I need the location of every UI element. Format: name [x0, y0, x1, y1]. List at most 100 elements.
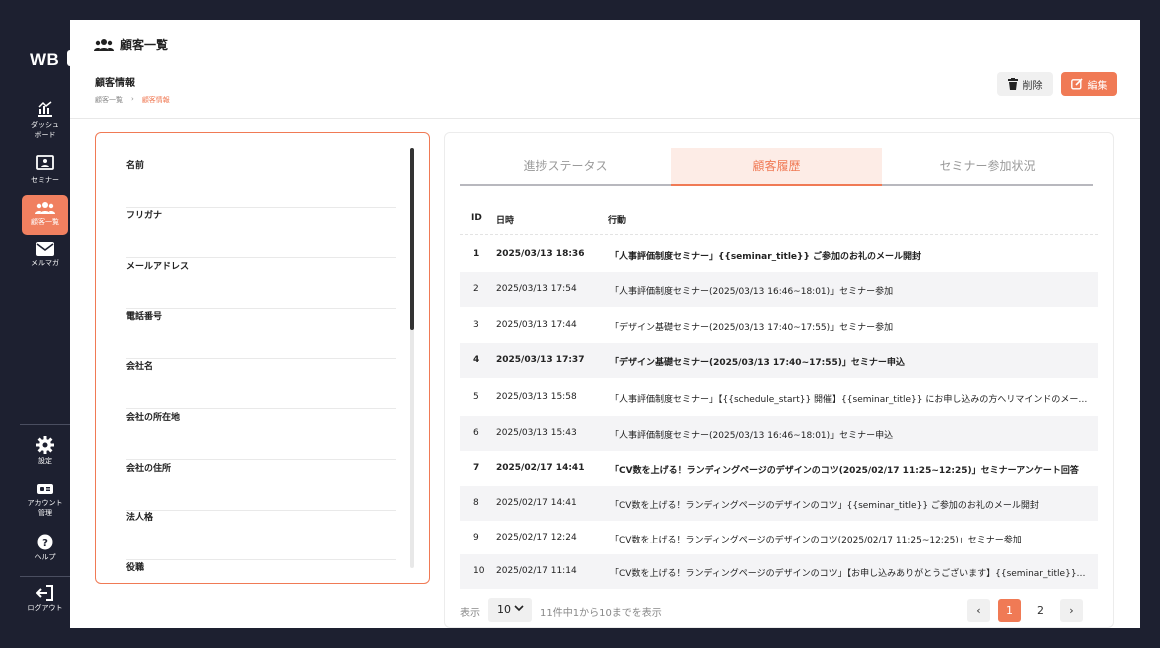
page-2-button[interactable]: 2 — [1029, 599, 1052, 622]
history-panel: 進捗ステータス 顧客履歴 セミナー参加状況 ID 日時 行動 1 2025/03/… — [444, 132, 1114, 628]
edit-icon — [1070, 78, 1083, 90]
field-row: メールアドレス — [126, 259, 396, 309]
chevron-down-icon — [514, 605, 524, 612]
table-row[interactable]: 8 2025/02/17 14:41 「CV数を上げる！ランディングページのデザイン… — [460, 486, 1098, 521]
table-row[interactable]: 2 2025/03/13 17:54 「人事評価制度セミナー(2025/03/13 … — [460, 272, 1098, 307]
sidebar-item-dashboard[interactable]: ダッシュ ボード — [22, 100, 68, 148]
cell-action: 「デザイン基礎セミナー(2025/03/13 17:40~17:55)」セミナー… — [610, 323, 894, 333]
per-page-value: 10 — [497, 603, 511, 616]
cell-action: 「人事評価制度セミナー」【{{schedule_start}} 開催】{{sem… — [610, 395, 1090, 405]
next-page-button[interactable]: › — [1060, 599, 1083, 622]
field-row: 名前 — [126, 158, 396, 208]
cell-action: 「CV数を上げる！ランディングページのデザインのコツ」{{seminar_tit… — [610, 501, 1039, 511]
field-row: 会社の所在地 — [126, 410, 396, 460]
cell-datetime: 2025/03/13 17:54 — [496, 284, 577, 294]
field-label: フリガナ — [126, 211, 163, 221]
table-row[interactable]: 9 2025/02/17 12:24 「CV数を上げる！ランディングページのデザイン… — [460, 521, 1098, 543]
table-row[interactable]: 7 2025/02/17 14:41 「CV数を上げる！ランディングページのデザイン… — [460, 451, 1098, 486]
field-row: 役職 — [126, 560, 396, 583]
table-row[interactable]: 10 2025/02/17 11:14 「CV数を上げる！ランディングページのデザイ… — [460, 554, 1098, 589]
sidebar-item-label: ダッシュ ボード — [31, 121, 59, 139]
cell-id: 8 — [473, 498, 479, 508]
cell-id: 2 — [473, 284, 479, 294]
sidebar-divider — [20, 424, 70, 425]
per-page-select[interactable]: 10 — [488, 598, 532, 622]
breadcrumb-link-customers[interactable]: 顧客一覧 — [95, 95, 123, 105]
sidebar-item-seminar[interactable]: セミナー — [22, 155, 68, 191]
logout-icon — [36, 585, 53, 601]
cell-id: 6 — [473, 428, 479, 438]
tab-progress-status[interactable]: 進捗ステータス — [460, 148, 671, 185]
mail-icon — [36, 242, 54, 256]
field-label: 役職 — [126, 563, 145, 573]
sidebar-item-settings[interactable]: 設定 — [22, 436, 68, 472]
sidebar-item-label: アカウント 管理 — [27, 499, 63, 517]
sidebar: WB » ダッシュ ボード セミナー 顧客一覧 メルマガ 設定 アカウント 管理… — [20, 20, 83, 628]
cell-datetime: 2025/02/17 14:41 — [496, 463, 585, 473]
sidebar-item-newsletter[interactable]: メルマガ — [22, 242, 68, 278]
sidebar-divider — [20, 576, 70, 577]
tab-seminar-attendance[interactable]: セミナー参加状況 — [882, 148, 1093, 185]
pagination-footer: 表示 10 11件中1から10までを表示 ‹ 1 2 › — [460, 597, 1100, 623]
edit-label: 編集 — [1087, 80, 1108, 92]
logout-button[interactable]: ログアウト — [22, 585, 68, 621]
field-row: 電話番号 — [126, 309, 396, 359]
field-row: 会社の住所 — [126, 461, 396, 511]
table-row[interactable]: 4 2025/03/13 17:37 「デザイン基礎セミナー(2025/03/13 … — [460, 343, 1098, 378]
users-icon — [94, 39, 114, 51]
edit-button[interactable]: 編集 — [1061, 72, 1117, 96]
cell-id: 9 — [473, 533, 479, 543]
breadcrumb-current: 顧客情報 — [141, 96, 170, 104]
prev-page-button[interactable]: ‹ — [967, 599, 990, 622]
sidebar-item-help[interactable]: ? ヘルプ — [22, 534, 68, 568]
table-row[interactable]: 5 2025/03/13 15:58 「人事評価制度セミナー」【{{schedule… — [460, 380, 1098, 415]
customer-info-panel: 名前 フリガナ メールアドレス 電話番号 会社名 会社の所在地 会社の住所 法人… — [95, 132, 430, 584]
sidebar-item-label: ログアウト — [27, 604, 63, 612]
field-label: 名前 — [126, 161, 145, 171]
sidebar-item-label: 設定 — [38, 457, 52, 465]
page-header: 顧客一覧 — [94, 36, 168, 53]
cell-action: 「CV数を上げる！ランディングページのデザインのコツ」【お申し込みありがとうござ… — [610, 569, 1090, 579]
delete-button[interactable]: 削除 — [997, 72, 1053, 96]
id-card-icon — [37, 484, 53, 494]
section-title: 顧客情報 — [95, 78, 135, 89]
field-label: 法人格 — [126, 513, 154, 523]
page-title: 顧客一覧 — [120, 38, 169, 52]
cell-action: 「人事評価制度セミナー」{{seminar_title}} ご参加のお礼のメール… — [610, 252, 921, 262]
cell-datetime: 2025/03/13 18:36 — [496, 249, 585, 259]
cell-datetime: 2025/03/13 15:58 — [496, 392, 577, 402]
sidebar-item-customers[interactable]: 顧客一覧 — [22, 195, 68, 235]
cell-id: 10 — [473, 566, 485, 576]
pagination-info: 11件中1から10までを表示 — [540, 608, 662, 619]
field-row: 法人格 — [126, 510, 396, 560]
sidebar-item-account[interactable]: アカウント 管理 — [22, 482, 68, 524]
field-row: フリガナ — [126, 208, 396, 258]
field-label: メールアドレス — [126, 262, 190, 272]
sidebar-item-label: ヘルプ — [34, 553, 56, 561]
cell-action: 「CV数を上げる！ランディングページのデザインのコツ(2025/02/17 11… — [610, 466, 1079, 476]
svg-text:?: ? — [42, 538, 48, 549]
presentation-icon — [36, 155, 54, 170]
app-logo: WB — [30, 50, 60, 69]
cell-action: 「CV数を上げる！ランディングページのデザインのコツ(2025/02/17 11… — [610, 536, 1022, 543]
table-row[interactable]: 1 2025/03/13 18:36 「人事評価制度セミナー」{{seminar_t… — [460, 237, 1098, 272]
field-label: 会社名 — [126, 362, 154, 372]
column-header-datetime: 日時 — [496, 216, 515, 226]
scrollbar[interactable] — [410, 148, 414, 568]
table-row[interactable]: 6 2025/03/13 15:43 「人事評価制度セミナー(2025/03/13 … — [460, 416, 1098, 451]
cell-action: 「人事評価制度セミナー(2025/03/13 16:46~18:01)」セミナー… — [610, 431, 894, 441]
cell-id: 4 — [473, 355, 480, 365]
breadcrumb-separator: › — [131, 95, 134, 103]
table-row[interactable]: 3 2025/03/13 17:44 「デザイン基礎セミナー(2025/03/13 … — [460, 308, 1098, 343]
main-content: 顧客一覧 顧客情報 顧客一覧 › 顧客情報 削除 編集 名前 フリガナ メールア… — [70, 20, 1140, 628]
gear-icon — [36, 436, 54, 454]
table-header: ID 日時 行動 — [460, 205, 1098, 235]
page-1-button[interactable]: 1 — [998, 599, 1021, 622]
scrollbar-thumb[interactable] — [410, 148, 414, 330]
cell-action: 「デザイン基礎セミナー(2025/03/13 17:40~17:55)」セミナー… — [610, 358, 905, 368]
help-icon: ? — [37, 534, 53, 550]
tab-customer-history[interactable]: 顧客履歴 — [671, 148, 882, 186]
per-page-label: 表示 — [460, 608, 480, 619]
cell-datetime: 2025/02/17 12:24 — [496, 533, 577, 543]
cell-id: 1 — [473, 249, 480, 259]
